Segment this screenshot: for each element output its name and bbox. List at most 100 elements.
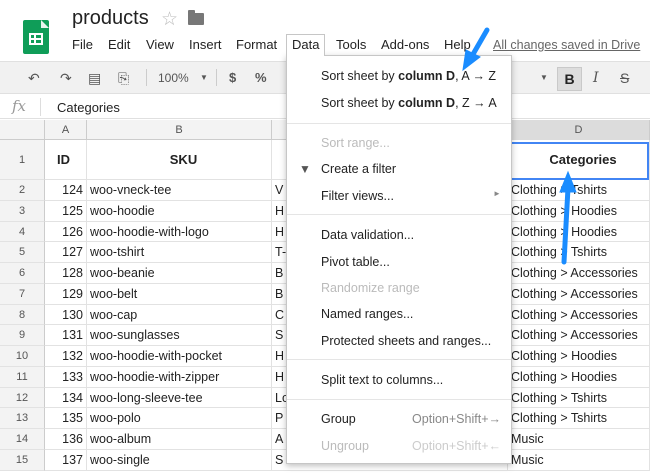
column-header-a[interactable]: A: [45, 120, 87, 140]
menu-addons[interactable]: Add-ons: [377, 36, 433, 54]
cell-sku[interactable]: woo-tshirt: [87, 242, 272, 263]
row-header[interactable]: 7: [0, 283, 45, 305]
paint-format-icon[interactable]: ⎘: [118, 68, 129, 88]
menu-data[interactable]: Data: [286, 34, 326, 56]
data-validation-item[interactable]: Data validation...: [321, 228, 414, 242]
cell-category[interactable]: Clothing > Hoodies: [508, 221, 650, 243]
cell-category[interactable]: Music: [508, 449, 650, 471]
percent-format-button[interactable]: %: [255, 68, 267, 88]
filter-views-item[interactable]: Filter views...: [321, 189, 394, 203]
chevron-down-icon[interactable]: ▼: [540, 68, 548, 88]
row-header[interactable]: 8: [0, 304, 45, 326]
cell-id[interactable]: 131: [45, 325, 87, 346]
menu-help[interactable]: Help: [440, 36, 475, 54]
cell-id[interactable]: 136: [45, 429, 87, 450]
cell-id[interactable]: 128: [45, 263, 87, 284]
sort-a-z-item[interactable]: Sort sheet by column D, A → Z: [321, 69, 496, 83]
split-text-item[interactable]: Split text to columns...: [321, 373, 443, 387]
row-header[interactable]: 15: [0, 449, 45, 471]
cell-sku[interactable]: woo-hoodie-with-zipper: [87, 366, 272, 388]
cell-category[interactable]: Clothing > Accessories: [508, 325, 650, 346]
column-header-b[interactable]: B: [87, 120, 272, 140]
cell-category[interactable]: Music: [508, 429, 650, 450]
chevron-down-icon[interactable]: ▼: [200, 68, 208, 88]
cell-category[interactable]: Clothing > Tshirts: [508, 242, 650, 263]
row-header[interactable]: 11: [0, 366, 45, 388]
cell-id[interactable]: 129: [45, 283, 87, 305]
menu-edit[interactable]: Edit: [104, 36, 134, 54]
cell-category[interactable]: Clothing > Hoodies: [508, 200, 650, 222]
undo-icon[interactable]: ↶: [28, 68, 40, 88]
create-filter-item[interactable]: Create a filter: [321, 162, 396, 176]
row-header[interactable]: 3: [0, 200, 45, 222]
row-header[interactable]: 9: [0, 325, 45, 346]
menu-file[interactable]: File: [68, 36, 97, 54]
header-cell-sku[interactable]: SKU: [87, 140, 272, 180]
cell-id[interactable]: 133: [45, 366, 87, 388]
italic-button[interactable]: I: [593, 68, 599, 88]
cell-id[interactable]: 137: [45, 449, 87, 471]
sheets-logo-icon[interactable]: [23, 20, 49, 54]
row-header[interactable]: 14: [0, 429, 45, 450]
menu-format[interactable]: Format: [232, 36, 281, 54]
menu-insert[interactable]: Insert: [185, 36, 226, 54]
protected-sheets-item[interactable]: Protected sheets and ranges...: [321, 334, 491, 348]
zoom-select[interactable]: 100%: [158, 68, 189, 88]
folder-icon[interactable]: [188, 10, 204, 25]
row-header[interactable]: 12: [0, 387, 45, 409]
column-header-d[interactable]: D: [508, 120, 650, 140]
cell-sku[interactable]: woo-album: [87, 429, 272, 450]
cell-category[interactable]: Clothing > Accessories: [508, 283, 650, 305]
cell-sku[interactable]: woo-beanie: [87, 263, 272, 284]
cell-sku[interactable]: woo-single: [87, 449, 272, 471]
cell-category[interactable]: Clothing > Hoodies: [508, 366, 650, 388]
bold-button[interactable]: B: [557, 67, 582, 91]
cell-category[interactable]: Clothing > Accessories: [508, 304, 650, 326]
cell-sku[interactable]: woo-cap: [87, 304, 272, 326]
cell-id[interactable]: 126: [45, 221, 87, 243]
cell-sku[interactable]: woo-hoodie-with-logo: [87, 221, 272, 243]
header-cell-id[interactable]: ID: [45, 140, 87, 180]
cell-sku[interactable]: woo-long-sleeve-tee: [87, 387, 272, 409]
pivot-table-item[interactable]: Pivot table...: [321, 255, 390, 269]
sort-z-a-item[interactable]: Sort sheet by column D, Z → A: [321, 96, 497, 110]
menu-tools[interactable]: Tools: [332, 36, 370, 54]
cell-sku[interactable]: woo-polo: [87, 408, 272, 429]
cell-id[interactable]: 124: [45, 180, 87, 201]
currency-format-button[interactable]: $: [229, 68, 236, 88]
menu-view[interactable]: View: [142, 36, 178, 54]
cell-sku[interactable]: woo-hoodie-with-pocket: [87, 346, 272, 367]
cell-id[interactable]: 127: [45, 242, 87, 263]
row-header[interactable]: 5: [0, 242, 45, 263]
cell-sku[interactable]: woo-vneck-tee: [87, 180, 272, 201]
cell-category[interactable]: Clothing > Accessories: [508, 263, 650, 284]
row-header[interactable]: 6: [0, 263, 45, 284]
row-header[interactable]: 1: [0, 140, 45, 180]
strikethrough-button[interactable]: S: [620, 68, 629, 88]
cell-category[interactable]: Clothing > Tshirts: [508, 408, 650, 429]
cell-id[interactable]: 125: [45, 200, 87, 222]
row-header[interactable]: 10: [0, 346, 45, 367]
row-header[interactable]: 13: [0, 408, 45, 429]
row-header[interactable]: 2: [0, 180, 45, 201]
print-icon[interactable]: ▤: [88, 68, 101, 88]
cell-id[interactable]: 132: [45, 346, 87, 367]
group-item[interactable]: Group: [321, 412, 356, 426]
cell-category[interactable]: Clothing > Hoodies: [508, 346, 650, 367]
row-header[interactable]: 4: [0, 221, 45, 243]
redo-icon[interactable]: ↷: [60, 68, 72, 88]
document-title[interactable]: products: [72, 7, 149, 30]
star-icon[interactable]: ☆: [161, 8, 178, 31]
named-ranges-item[interactable]: Named ranges...: [321, 307, 413, 321]
select-all-corner[interactable]: [0, 120, 45, 140]
cell-id[interactable]: 134: [45, 387, 87, 409]
cell-sku[interactable]: woo-sunglasses: [87, 325, 272, 346]
save-status-link[interactable]: All changes saved in Drive: [493, 36, 640, 54]
cell-id[interactable]: 130: [45, 304, 87, 326]
cell-sku[interactable]: woo-belt: [87, 283, 272, 305]
formula-input[interactable]: Categories: [57, 100, 120, 115]
cell-sku[interactable]: woo-hoodie: [87, 200, 272, 222]
cell-category[interactable]: Clothing > Tshirts: [508, 180, 650, 201]
cell-id[interactable]: 135: [45, 408, 87, 429]
cell-category[interactable]: Clothing > Tshirts: [508, 387, 650, 409]
